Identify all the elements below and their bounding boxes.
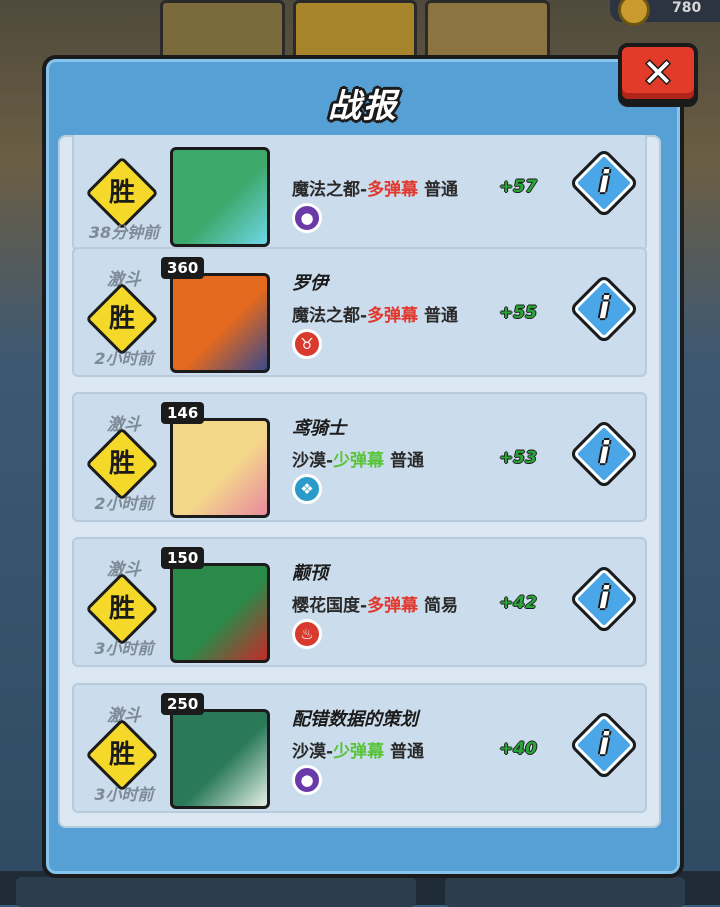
battle-time: 38分钟前 (88, 223, 160, 242)
opponent-level: 250 (161, 693, 205, 715)
opponent-level: 150 (161, 547, 205, 569)
info-icon[interactable]: i (579, 577, 629, 621)
opponent-portrait (170, 709, 270, 809)
close-icon: ✕ (642, 51, 674, 95)
battle-row: 激斗 胜 3小时前 250 配错数据的策划 沙漠-少弹幕 普通 ● +40 i (72, 683, 647, 813)
opponent-level: 146 (161, 402, 205, 424)
win-badge-label: 胜 (108, 304, 135, 334)
battle-time: 3小时前 (94, 639, 154, 658)
background-bottom-panel (16, 877, 416, 907)
difficulty: 普通 (418, 180, 458, 200)
win-badge-label: 胜 (108, 594, 135, 624)
score-gain: +42 (499, 593, 537, 613)
coin-value: 780 (672, 0, 702, 16)
opponent-portrait (170, 273, 270, 373)
barrage-type: 少弹幕 (333, 742, 385, 762)
score-gain: +55 (499, 303, 537, 323)
battle-info: 沙漠-少弹幕 普通 (292, 737, 424, 762)
difficulty: 普通 (384, 451, 424, 471)
battle-time: 3小时前 (94, 785, 154, 804)
bomb-icon: ● (292, 203, 322, 233)
difficulty: 普通 (418, 306, 458, 326)
battle-time: 2小时前 (94, 349, 154, 368)
map-name: 魔法之都- (292, 180, 368, 200)
info-icon[interactable]: i (579, 161, 629, 205)
opponent-portrait (170, 418, 270, 518)
flame-icon: ♨ (292, 619, 322, 649)
opponent-name: 颟顸 (292, 563, 328, 584)
battle-row: 激斗 胜 2小时前 146 鸢骑士 沙漠-少弹幕 普通 ❖ +53 i (72, 392, 647, 522)
difficulty: 简易 (418, 596, 458, 616)
map-name: 沙漠- (292, 451, 334, 471)
battle-row: 胜 38分钟前 魔法之都-多弹幕 普通 ● +57 i (72, 135, 647, 251)
modal-title: 战报 (328, 86, 398, 125)
leaf-icon: ❖ (292, 474, 322, 504)
info-icon[interactable]: i (579, 287, 629, 331)
score-gain: +53 (499, 448, 537, 468)
win-badge-label: 胜 (108, 449, 135, 479)
barrage-type: 多弹幕 (367, 180, 419, 200)
score-gain: +40 (499, 739, 537, 759)
map-name: 魔法之都- (292, 306, 368, 326)
battle-info: 沙漠-少弹幕 普通 (292, 446, 424, 471)
battle-time: 2小时前 (94, 494, 154, 513)
opponent-portrait (170, 147, 270, 247)
opponent-name: 配错数据的策划 (292, 709, 418, 730)
horns-icon: ♉ (292, 329, 322, 359)
battle-list[interactable]: 胜 38分钟前 魔法之都-多弹幕 普通 ● +57 i 激斗 胜 2小时前 36… (58, 135, 661, 828)
barrage-type: 多弹幕 (367, 306, 419, 326)
battle-info: 樱花国度-多弹幕 简易 (292, 591, 458, 616)
background-character-cards (160, 0, 551, 64)
map-name: 樱花国度- (292, 596, 368, 616)
battle-info: 魔法之都-多弹幕 普通 (292, 301, 458, 326)
battle-row: 激斗 胜 3小时前 150 颟顸 樱花国度-多弹幕 简易 ♨ +42 i (72, 537, 647, 667)
info-icon[interactable]: i (579, 723, 629, 767)
opponent-portrait (170, 563, 270, 663)
background-bottom-panel (445, 877, 685, 907)
battle-info: 魔法之都-多弹幕 普通 (292, 175, 458, 200)
info-icon[interactable]: i (579, 432, 629, 476)
coin-counter: 780 (610, 0, 720, 26)
close-button[interactable]: ✕ (618, 43, 698, 103)
win-badge-label: 胜 (108, 740, 135, 770)
difficulty: 普通 (384, 742, 424, 762)
map-name: 沙漠- (292, 742, 334, 762)
battle-row: 激斗 胜 2小时前 360 罗伊 魔法之都-多弹幕 普通 ♉ +55 i (72, 247, 647, 377)
opponent-level: 360 (161, 257, 205, 279)
opponent-name: 罗伊 (292, 273, 328, 294)
barrage-type: 少弹幕 (333, 451, 385, 471)
win-badge-label: 胜 (108, 178, 135, 208)
barrage-type: 多弹幕 (367, 596, 419, 616)
opponent-name: 鸢骑士 (292, 418, 346, 439)
score-gain: +57 (499, 177, 537, 197)
bomb-icon: ● (292, 765, 322, 795)
